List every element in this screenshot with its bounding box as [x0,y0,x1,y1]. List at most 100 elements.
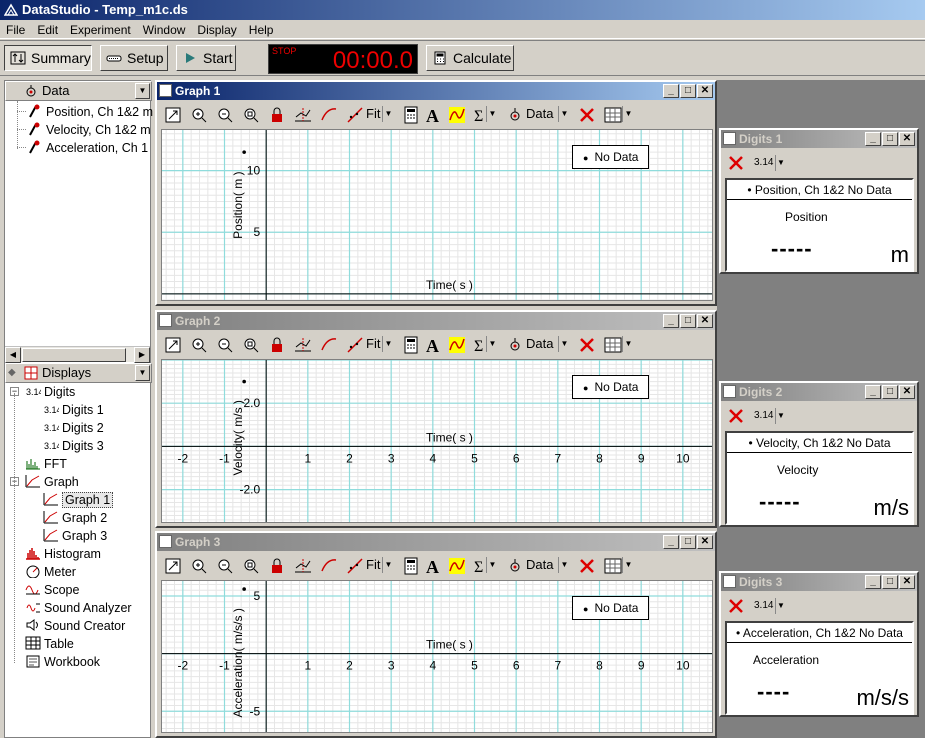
fit-button[interactable]: Fit ▼ [343,333,395,355]
close-icon[interactable]: ✕ [899,575,915,589]
chevron-down-icon[interactable]: ▼ [382,106,394,122]
minimize-icon[interactable]: _ [663,314,679,328]
delete-button[interactable] [575,333,597,355]
fit-button[interactable]: Fit ▼ [343,554,395,576]
delete-button[interactable] [725,405,747,427]
menu-file[interactable]: File [0,20,31,37]
zoom-select-button[interactable] [239,103,261,125]
close-icon[interactable]: ✕ [697,535,713,549]
smart-tool-button[interactable] [291,333,313,355]
close-icon[interactable]: ✕ [697,314,713,328]
display-item-meter[interactable]: Meter [25,563,76,581]
maximize-icon[interactable]: □ [680,535,696,549]
close-icon[interactable]: ✕ [697,84,713,98]
chevron-down-icon[interactable]: ▼ [622,106,634,122]
display-item-scope[interactable]: Scope [25,581,79,599]
graph-legend[interactable]: ● No Data [572,375,650,399]
zoom-select-button[interactable] [239,333,261,355]
menu-experiment[interactable]: Experiment [64,20,137,37]
graph-plot-area[interactable]: -2 -1 1 2 3 4 5 6 7 8 9 10 10 5 Time( s ) Position( m )… [161,129,713,313]
zoom-in-button[interactable] [187,333,209,355]
splitter-icon[interactable]: ◆ [8,364,16,382]
autoscale-button[interactable] [161,554,183,576]
data-horizontal-scrollbar[interactable]: ◀ ▶ [5,346,150,363]
statistics-button[interactable]: Σ ▼ [469,103,499,125]
chevron-down-icon[interactable]: ▼ [775,155,786,171]
chevron-down-icon[interactable]: ▼ [558,557,570,573]
menu-window[interactable]: Window [137,20,192,37]
chevron-down-icon[interactable]: ▼ [558,106,570,122]
graph-settings-button[interactable]: ▼ [601,333,635,355]
graph-legend[interactable]: ● No Data [572,596,650,620]
zoom-out-button[interactable] [213,554,235,576]
chevron-down-icon[interactable]: ▼ [135,365,150,381]
data-item[interactable]: Velocity, Ch 1&2 m [27,121,151,139]
data-select-button[interactable]: Data ▼ [503,333,571,355]
prediction-button[interactable] [445,333,467,355]
maximize-icon[interactable]: □ [882,132,898,146]
autoscale-button[interactable] [161,333,183,355]
lock-button[interactable] [265,333,287,355]
scroll-right-icon[interactable]: ▶ [134,347,150,363]
summary-button[interactable]: Summary [4,45,92,71]
display-item-workbook[interactable]: Workbook [25,653,100,671]
minimize-icon[interactable]: _ [865,385,881,399]
maximize-icon[interactable]: □ [882,575,898,589]
chevron-down-icon[interactable]: ▼ [486,557,498,573]
maximize-icon[interactable]: □ [680,84,696,98]
maximize-icon[interactable]: □ [882,385,898,399]
graph-title-bar[interactable]: Graph 2 _ □ ✕ [157,312,715,330]
smart-tool-button[interactable] [291,103,313,125]
autoscale-button[interactable] [161,103,183,125]
display-item-digits[interactable]: 3.14Digits [25,383,75,401]
start-button[interactable]: Start [176,45,236,71]
display-item-sound-analyzer[interactable]: Sound Analyzer [25,599,132,617]
chevron-down-icon[interactable]: ▼ [382,557,394,573]
prediction-button[interactable] [445,554,467,576]
zoom-out-button[interactable] [213,103,235,125]
graph-settings-button[interactable]: ▼ [601,103,635,125]
fit-button[interactable]: Fit ▼ [343,103,395,125]
data-item[interactable]: Acceleration, Ch 1 [27,139,148,157]
statistics-button[interactable]: Σ ▼ [469,554,499,576]
calculator-button[interactable] [399,103,421,125]
display-item-digits-1[interactable]: 3.14Digits 1 [43,401,104,419]
slope-tool-button[interactable] [317,333,339,355]
delete-button[interactable] [725,595,747,617]
close-icon[interactable]: ✕ [899,385,915,399]
menu-help[interactable]: Help [243,20,280,37]
annotation-button[interactable]: A [421,333,443,355]
slope-tool-button[interactable] [317,554,339,576]
annotation-button[interactable]: A [421,103,443,125]
display-item-graph-3[interactable]: Graph 3 [43,527,107,545]
zoom-in-button[interactable] [187,103,209,125]
lock-button[interactable] [265,103,287,125]
digits-title-bar[interactable]: Digits 2 _ □ ✕ [721,383,917,401]
chevron-down-icon[interactable]: ▼ [775,598,786,614]
digits-format-button[interactable]: 3.14 ▼ [751,595,787,617]
scroll-thumb[interactable] [22,348,126,362]
graph-title-bar[interactable]: Graph 3 _ □ ✕ [157,533,715,551]
zoom-select-button[interactable] [239,554,261,576]
chevron-down-icon[interactable]: ▼ [622,336,634,352]
graph-title-bar[interactable]: Graph 1 _ □ ✕ [157,82,715,100]
data-select-button[interactable]: Data ▼ [503,103,571,125]
delete-button[interactable] [725,152,747,174]
close-icon[interactable]: ✕ [899,132,915,146]
graph-settings-button[interactable]: ▼ [601,554,635,576]
display-item-graph[interactable]: Graph [25,473,79,491]
display-item-graph-1[interactable]: Graph 1 [43,491,114,509]
display-item-fft[interactable]: FFT [25,455,67,473]
chevron-down-icon[interactable]: ▼ [135,83,150,99]
digits-format-button[interactable]: 3.14 ▼ [751,152,787,174]
display-item-histogram[interactable]: Histogram [25,545,101,563]
lock-button[interactable] [265,554,287,576]
graph-plot-area[interactable]: -2 -1 1 2 3 4 5 6 7 8 9 10 5 -5 Time( s ) Acceleration(… [161,580,713,733]
menu-display[interactable]: Display [191,20,242,37]
display-item-sound-creator[interactable]: Sound Creator [25,617,125,635]
chevron-down-icon[interactable]: ▼ [486,336,498,352]
slope-tool-button[interactable] [317,103,339,125]
data-dropdown[interactable]: Data ▼ [5,81,152,101]
annotation-button[interactable]: A [421,554,443,576]
calculate-button[interactable]: Calculate [426,45,514,71]
